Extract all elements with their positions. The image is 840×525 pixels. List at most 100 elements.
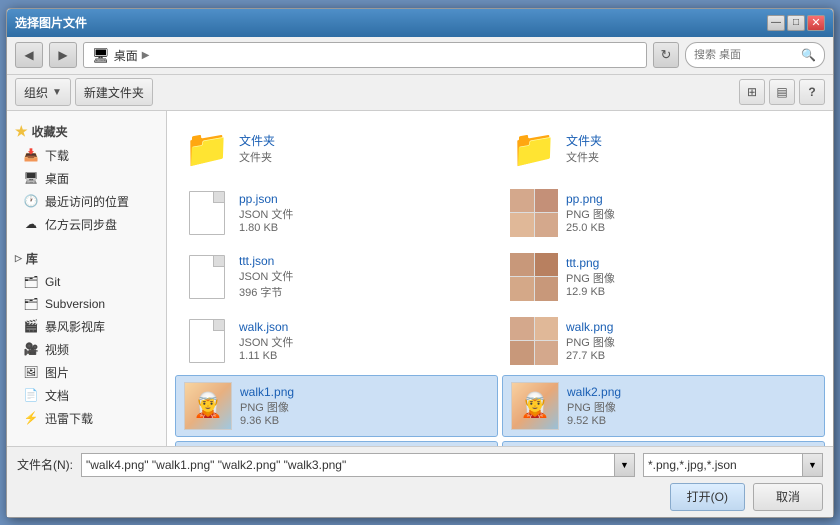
title-bar: 选择图片文件 — □ ✕ (7, 9, 833, 37)
favorites-icon: ★ (15, 123, 28, 140)
file-name: pp.png (566, 192, 817, 206)
favorites-section[interactable]: ★ 收藏夹 (7, 119, 166, 144)
folder-thumb: 📁 (183, 125, 231, 173)
folder-thumb: 📁 (510, 125, 558, 173)
filename-dropdown-button[interactable]: ▼ (615, 453, 635, 477)
file-info: ttt.json JSON 文件 396 字节 (239, 254, 490, 300)
file-type: PNG 图像 (567, 399, 816, 415)
file-size: 9.52 KB (567, 415, 816, 427)
desktop-icon: 🖥 (23, 170, 39, 186)
address-path[interactable]: 🖥 桌面 ▶ (83, 42, 647, 68)
library-section[interactable]: ▷ 库 (7, 246, 166, 271)
open-button[interactable]: 打开(O) (670, 483, 745, 511)
file-size: 27.7 KB (566, 350, 817, 362)
window-controls: — □ ✕ (767, 15, 825, 31)
filename-input-wrapper: ▼ (81, 453, 635, 477)
maximize-button[interactable]: □ (787, 15, 805, 31)
recent-icon: 🕐 (23, 193, 39, 209)
close-button[interactable]: ✕ (807, 15, 825, 31)
list-item[interactable]: walk.png PNG 图像 27.7 KB (502, 311, 825, 371)
file-info: 文件夹 文件夹 (239, 132, 490, 165)
file-name: walk1.png (240, 385, 489, 399)
help-button[interactable]: ? (799, 79, 825, 105)
file-type: PNG 图像 (240, 399, 489, 415)
filetype-select-wrapper: ▼ (643, 453, 823, 477)
file-type: PNG 图像 (566, 270, 817, 286)
sidebar-item-documents[interactable]: 📄 文档 (7, 384, 166, 407)
list-item[interactable]: 🧝 walk2.png PNG 图像 9.52 KB (502, 375, 825, 437)
toolbar: 组织 ▼ 新建文件夹 ⊞ ▤ ? (7, 75, 833, 111)
sidebar-item-git[interactable]: 🗂 Git (7, 271, 166, 293)
file-name: 文件夹 (239, 132, 490, 149)
file-name: walk2.png (567, 385, 816, 399)
file-area[interactable]: 📁 文件夹 文件夹 📁 文件夹 文件夹 (167, 111, 833, 446)
organize-dropdown-arrow: ▼ (52, 87, 62, 98)
sidebar-item-cloud[interactable]: ☁ 亿方云同步盘 (7, 213, 166, 236)
filetype-dropdown-button[interactable]: ▼ (803, 453, 823, 477)
file-type: PNG 图像 (566, 206, 817, 222)
cloud-icon: ☁ (23, 216, 39, 232)
new-folder-button[interactable]: 新建文件夹 (75, 78, 153, 106)
file-size: 1.11 KB (239, 350, 490, 362)
git-icon: 🗂 (23, 274, 39, 290)
file-type: JSON 文件 (239, 268, 490, 284)
file-info: walk1.png PNG 图像 9.36 KB (240, 385, 489, 427)
pictures-icon: 🖼 (23, 364, 39, 380)
search-input[interactable] (694, 49, 797, 61)
path-arrow: ▶ (142, 50, 150, 61)
file-info: walk2.png PNG 图像 9.52 KB (567, 385, 816, 427)
file-grid: 📁 文件夹 文件夹 📁 文件夹 文件夹 (171, 115, 829, 446)
file-size: 1.80 KB (239, 222, 490, 234)
list-item[interactable]: walk.json JSON 文件 1.11 KB (175, 311, 498, 371)
search-box[interactable]: 🔍 (685, 42, 825, 68)
filename-input[interactable] (81, 453, 615, 477)
png-thumb (510, 253, 558, 301)
list-item[interactable]: 📁 文件夹 文件夹 (502, 119, 825, 179)
sidebar-item-download[interactable]: 📥 下载 (7, 144, 166, 167)
list-item[interactable]: 🧝 walk1.png PNG 图像 9.36 KB (175, 375, 498, 437)
refresh-button[interactable]: ↻ (653, 42, 679, 68)
sidebar-item-baofeng[interactable]: 🎬 暴风影视库 (7, 315, 166, 338)
bottom-bar: 文件名(N): ▼ ▼ 打开(O) 取消 (7, 446, 833, 517)
thunder-icon: ⚡ (23, 410, 39, 426)
png-thumb (510, 317, 558, 365)
view-options-button[interactable]: ⊞ (739, 79, 765, 105)
doc-thumb (183, 317, 231, 365)
file-name: pp.json (239, 192, 490, 206)
list-item[interactable]: pp.json JSON 文件 1.80 KB (175, 183, 498, 243)
back-button[interactable]: ◀ (15, 42, 43, 68)
file-type: JSON 文件 (239, 206, 490, 222)
sidebar-item-pictures[interactable]: 🖼 图片 (7, 361, 166, 384)
file-info: 文件夹 文件夹 (566, 132, 817, 165)
sidebar-item-desktop[interactable]: 🖥 桌面 (7, 167, 166, 190)
forward-button[interactable]: ▶ (49, 42, 77, 68)
documents-icon: 📄 (23, 387, 39, 403)
list-item[interactable]: ttt.png PNG 图像 12.9 KB (502, 247, 825, 307)
toolbar-right: ⊞ ▤ ? (739, 79, 825, 105)
filename-row: 文件名(N): ▼ ▼ (17, 453, 823, 477)
main-content: ★ 收藏夹 📥 下载 🖥 桌面 🕐 最近访问的位置 ☁ 亿方云同步盘 ▷ (7, 111, 833, 446)
file-info: walk.png PNG 图像 27.7 KB (566, 320, 817, 362)
file-name: walk.json (239, 320, 490, 334)
sidebar-item-video[interactable]: 🎥 视频 (7, 338, 166, 361)
minimize-button[interactable]: — (767, 15, 785, 31)
list-item[interactable]: 📁 文件夹 文件夹 (175, 119, 498, 179)
list-item[interactable]: pp.png PNG 图像 25.0 KB (502, 183, 825, 243)
video-icon: 🎥 (23, 341, 39, 357)
file-type: JSON 文件 (239, 334, 490, 350)
cancel-button[interactable]: 取消 (753, 483, 823, 511)
filetype-input[interactable] (643, 453, 803, 477)
file-name: ttt.json (239, 254, 490, 268)
path-desktop: 桌面 (114, 47, 138, 64)
file-size: 396 字节 (239, 284, 490, 300)
sidebar-item-recent[interactable]: 🕐 最近访问的位置 (7, 190, 166, 213)
file-size: 12.9 KB (566, 286, 817, 298)
sidebar-item-subversion[interactable]: 🗂 Subversion (7, 293, 166, 315)
sidebar-item-thunder[interactable]: ⚡ 迅雷下载 (7, 407, 166, 430)
organize-button[interactable]: 组织 ▼ (15, 78, 71, 106)
file-picker-dialog: 选择图片文件 — □ ✕ ◀ ▶ 🖥 桌面 ▶ ↻ 🔍 组织 ▼ 新建文件夹 (6, 8, 834, 518)
png-char-thumb: 🧝 (511, 382, 559, 430)
view-toggle-button[interactable]: ▤ (769, 79, 795, 105)
filename-label: 文件名(N): (17, 456, 73, 473)
list-item[interactable]: ttt.json JSON 文件 396 字节 (175, 247, 498, 307)
